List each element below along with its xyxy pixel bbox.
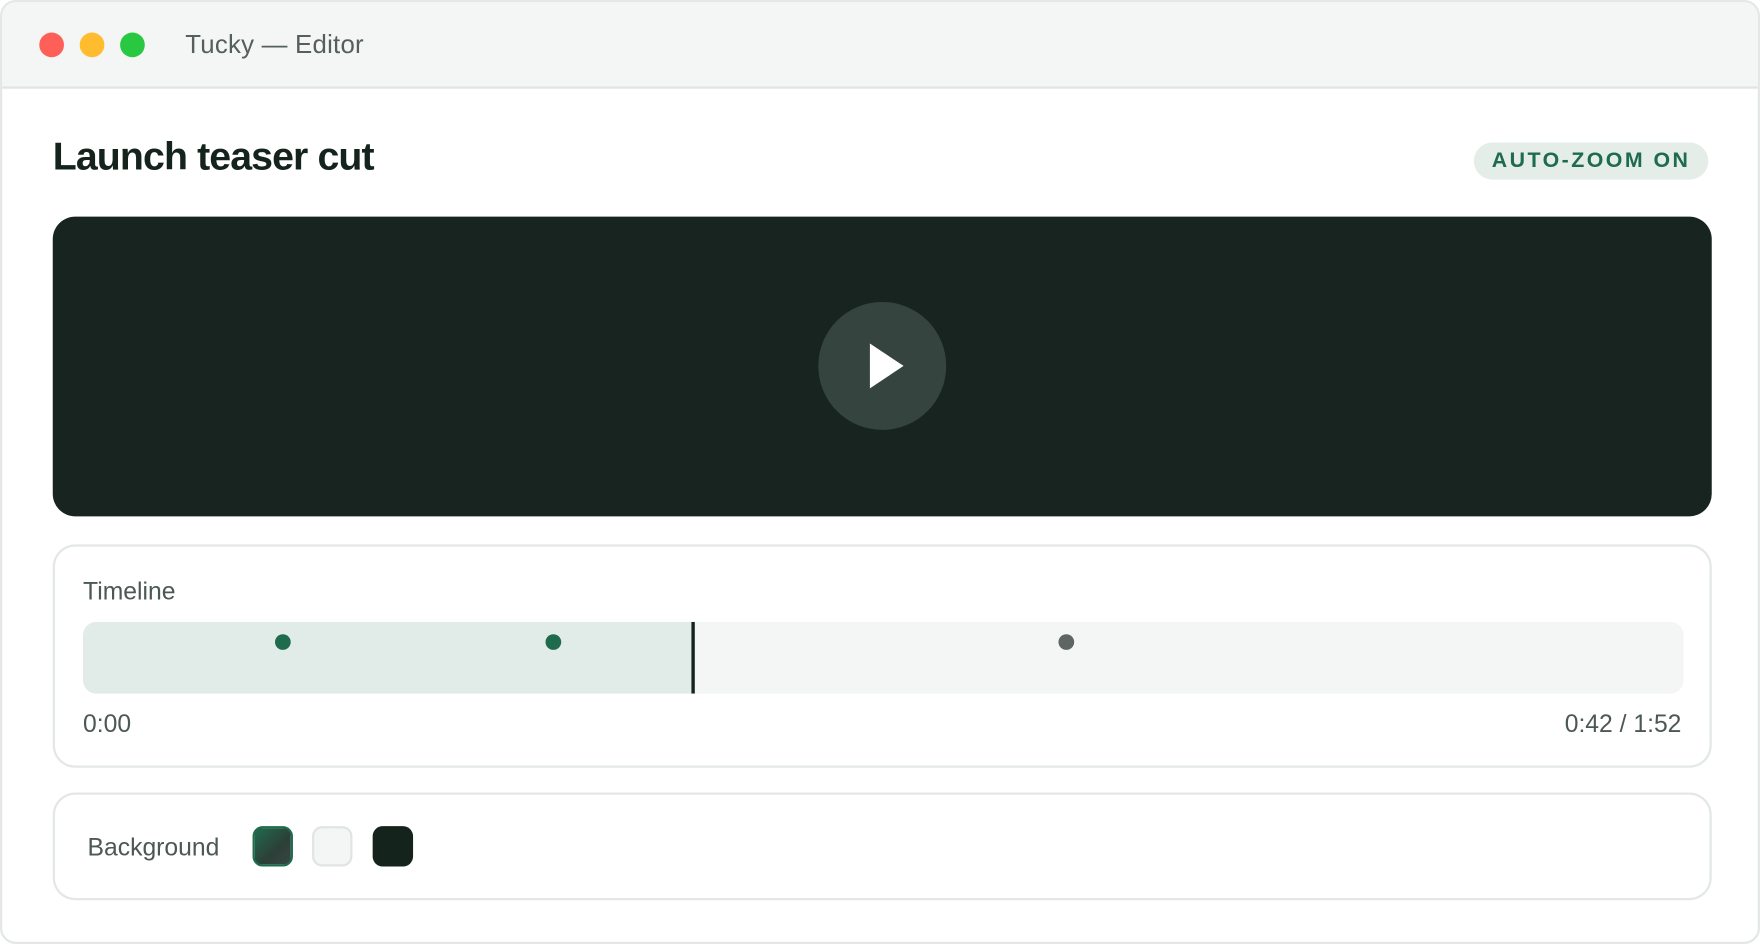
timeline-progress xyxy=(83,621,693,694)
timeline-track[interactable] xyxy=(83,621,1684,694)
background-label: Background xyxy=(87,832,220,861)
window-title: Tucky — Editor xyxy=(185,29,364,59)
video-preview[interactable] xyxy=(52,216,1712,517)
background-panel: Background xyxy=(52,792,1712,901)
play-button[interactable] xyxy=(818,301,947,430)
current-time: 0:42 / 1:52 xyxy=(1564,709,1682,738)
editor-window: Tucky — Editor Launch teaser cut AUTO-ZO… xyxy=(0,0,1760,944)
minimize-window-button[interactable] xyxy=(79,31,105,57)
title-bar: Tucky — Editor xyxy=(2,2,1758,89)
close-window-button[interactable] xyxy=(39,31,64,57)
start-time: 0:00 xyxy=(83,709,132,738)
background-swatch-dark[interactable] xyxy=(372,826,414,867)
background-swatch-gradient[interactable] xyxy=(252,826,293,867)
background-swatch-light[interactable] xyxy=(312,826,353,867)
page-title: Launch teaser cut xyxy=(52,134,375,179)
maximize-window-button[interactable] xyxy=(120,31,145,57)
auto-zoom-badge[interactable]: AUTO-ZOOM ON xyxy=(1473,142,1709,180)
timeline-marker[interactable] xyxy=(1057,634,1074,650)
playhead[interactable] xyxy=(691,621,695,694)
timeline-label: Timeline xyxy=(83,576,176,606)
timeline-panel: Timeline 0:00 0:42 / 1:52 xyxy=(52,544,1712,768)
play-icon xyxy=(869,343,904,389)
